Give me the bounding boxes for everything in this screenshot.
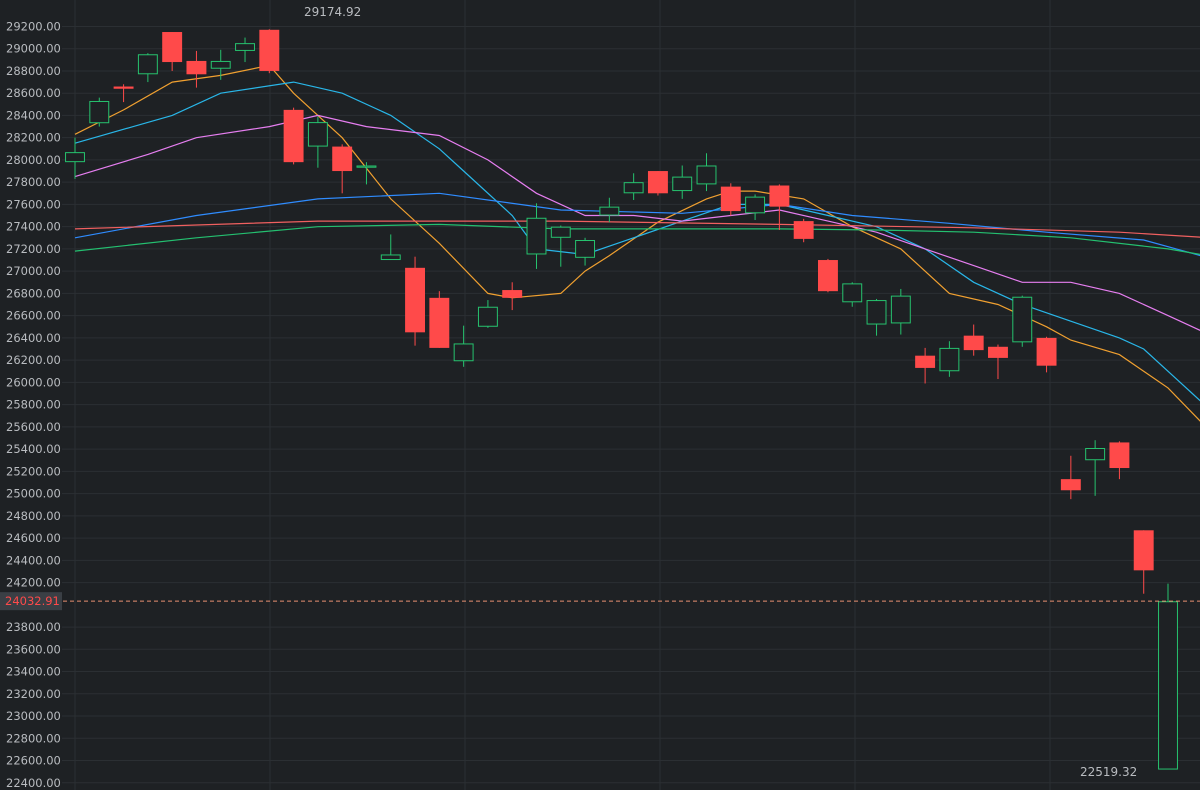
candle-body-down (988, 346, 1008, 358)
candle-body-up (599, 206, 620, 216)
y-tick-label: 23600.00 (6, 642, 61, 656)
candle-body-down (720, 186, 741, 212)
y-tick-label: 23200.00 (6, 687, 61, 701)
y-tick-label: 25400.00 (6, 442, 61, 456)
candle-body-up (380, 254, 401, 261)
y-tick-label: 26200.00 (6, 353, 61, 367)
y-tick-label: 25000.00 (6, 487, 61, 501)
y-tick-label: 27600.00 (6, 197, 61, 211)
candle-body-down (963, 335, 984, 351)
candle-body-down (502, 290, 523, 298)
candle-body-down (1060, 479, 1081, 491)
y-tick-label: 23800.00 (6, 620, 61, 634)
candle-body-up (890, 295, 911, 324)
candle-body-up (307, 122, 328, 147)
y-tick-label: 23400.00 (6, 665, 61, 679)
candle-body-up (210, 60, 231, 69)
current-price-label: 24032.91 (5, 594, 60, 608)
candle-body-up (1012, 296, 1033, 343)
candle-body-down (915, 355, 936, 368)
y-tick-label: 22400.00 (6, 776, 61, 790)
candle-body-up (65, 152, 85, 163)
candle-body-up (526, 217, 547, 255)
candle-body-down (429, 297, 450, 348)
candle-body-up (550, 226, 571, 238)
candle-body-down (647, 171, 668, 194)
candle-body-up (477, 306, 498, 327)
y-tick-label: 24200.00 (6, 576, 61, 590)
candle-body-down (332, 146, 353, 172)
candle-body-down (162, 32, 183, 63)
y-tick-label: 28200.00 (6, 131, 61, 145)
candle-body-up (235, 43, 255, 51)
y-tick-label: 28400.00 (6, 108, 61, 122)
y-tick-label: 29000.00 (6, 42, 61, 56)
y-tick-label: 28000.00 (6, 153, 61, 167)
candle-body-up (623, 182, 644, 194)
candle-body-down (1036, 337, 1057, 366)
candle-body-down (769, 185, 790, 207)
y-tick-label: 25600.00 (6, 420, 61, 434)
y-tick-label: 29200.00 (6, 19, 61, 33)
candle-body-down (1109, 442, 1130, 469)
y-tick-label: 25200.00 (6, 464, 61, 478)
y-tick-label: 27200.00 (6, 242, 61, 256)
candle-body-down (405, 267, 426, 333)
candle-body-up (137, 54, 158, 75)
y-tick-label: 22600.00 (6, 754, 61, 768)
y-tick-label: 27800.00 (6, 175, 61, 189)
candle-body-up (696, 165, 717, 185)
y-tick-label: 27000.00 (6, 264, 61, 278)
min-price-label: 22519.32 (1080, 765, 1137, 779)
candlestick-chart: 29200.00 29000.00 28800.00 28600.00 28400.00… (0, 0, 1200, 790)
y-tick-label: 26000.00 (6, 375, 61, 389)
candle-body-up (842, 283, 863, 303)
candle-body-up (672, 176, 693, 192)
candle-body-up (1085, 447, 1106, 461)
candle-body-down (283, 109, 304, 163)
candle-body-up (1158, 601, 1178, 770)
y-tick-label: 25800.00 (6, 398, 61, 412)
y-tick-label: 24800.00 (6, 509, 61, 523)
candle-body-up (356, 165, 377, 168)
y-tick-label: 27400.00 (6, 220, 61, 234)
y-tick-label: 28600.00 (6, 86, 61, 100)
max-price-label: 29174.92 (304, 5, 361, 19)
candle-body-down (817, 260, 838, 292)
candle-body-up (575, 240, 596, 258)
y-tick-label: 26400.00 (6, 331, 61, 345)
y-tick-label: 24400.00 (6, 553, 61, 567)
y-tick-label: 28800.00 (6, 64, 61, 78)
y-tick-label: 24600.00 (6, 531, 61, 545)
candle-body-down (259, 29, 280, 71)
y-tick-label: 22800.00 (6, 731, 61, 745)
y-tick-label: 23000.00 (6, 709, 61, 723)
y-tick-label: 26800.00 (6, 286, 61, 300)
candle-body-down (113, 86, 134, 89)
candle-body-down (186, 60, 207, 75)
candle-body-up (745, 196, 766, 214)
candle-body-up (866, 300, 887, 325)
candle-body-up (939, 347, 960, 372)
candle-body-down (793, 221, 814, 239)
y-axis-ticks: 29200.00 29000.00 28800.00 28600.00 28400.00… (6, 19, 61, 789)
candle-body-up (453, 343, 474, 362)
candle-body-down (1133, 530, 1154, 571)
candle-body-up (89, 100, 110, 124)
y-tick-label: 26600.00 (6, 309, 61, 323)
